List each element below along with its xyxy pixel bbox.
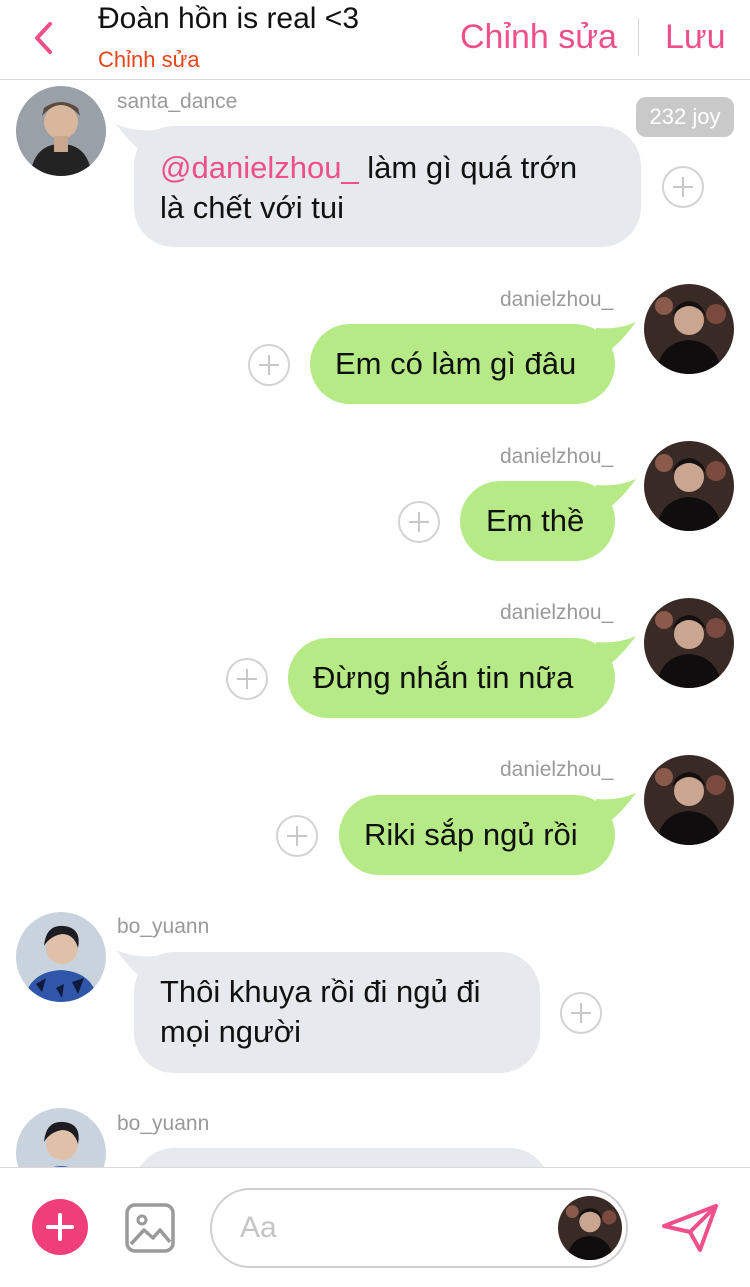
message-bubble[interactable]: Thôi khuya rồi đi ngủ đi mọi người [134, 952, 540, 1073]
message-bubble[interactable]: Riki sắp ngủ rồi [339, 795, 615, 875]
message-text: Em có làm gì đâu [335, 346, 577, 381]
composer-bar [0, 1167, 750, 1287]
header-divider [638, 18, 639, 56]
avatar-bo-yuann[interactable] [16, 912, 106, 1002]
react-add-button[interactable] [398, 501, 440, 543]
avatar-danielzhou[interactable] [644, 441, 734, 531]
avatar-danielzhou[interactable] [644, 755, 734, 845]
username-label: danielzhou_ [500, 601, 614, 624]
mention-link[interactable]: @danielzhou_ [160, 150, 359, 185]
message-bubble[interactable]: Em có làm gì đâu [310, 324, 615, 404]
message-text-line-2: là chết với tui [160, 190, 345, 225]
input-avatar[interactable] [558, 1196, 622, 1260]
image-icon[interactable] [124, 1202, 176, 1254]
username-label: bo_yuann [117, 915, 210, 938]
message-input[interactable] [240, 1208, 540, 1248]
add-attachment-button[interactable] [32, 1199, 88, 1255]
username-label: bo_yuann [117, 1112, 210, 1135]
avatar-santa-dance[interactable] [16, 86, 106, 176]
message-bubble[interactable]: Em thề [460, 481, 615, 561]
chat-title: Đoàn hồn is real <3 [98, 2, 360, 35]
save-button[interactable]: Lưu [665, 18, 726, 57]
avatar-danielzhou[interactable] [644, 284, 734, 374]
joy-badge: 232 joy [636, 97, 734, 137]
message-text: Em thề [486, 503, 585, 538]
message-text: Thôi khuya rồi đi ngủ đi [160, 974, 481, 1009]
message-text: Đừng nhắn tin nữa [313, 660, 574, 695]
chat-subtitle[interactable]: Chỉnh sửa [98, 47, 200, 73]
username-label: danielzhou_ [500, 758, 614, 781]
username-label: danielzhou_ [500, 288, 614, 311]
avatar-danielzhou[interactable] [644, 598, 734, 688]
react-add-button[interactable] [276, 815, 318, 857]
username-label: danielzhou_ [500, 445, 614, 468]
react-add-button[interactable] [560, 992, 602, 1034]
message-text: làm gì quá trớn [358, 150, 578, 185]
message-input-wrapper [210, 1188, 628, 1268]
back-chevron-icon[interactable] [28, 18, 60, 58]
message-text-line-2: mọi người [160, 1014, 302, 1049]
edit-button[interactable]: Chỉnh sửa [460, 18, 617, 57]
react-add-button[interactable] [662, 166, 704, 208]
react-add-button[interactable] [226, 658, 268, 700]
message-bubble[interactable]: @danielzhou_ làm gì quá trớn là chết với… [134, 126, 641, 247]
message-text: Riki sắp ngủ rồi [364, 817, 578, 852]
react-add-button[interactable] [248, 344, 290, 386]
chat-header: Đoàn hồn is real <3 Chỉnh sửa Chỉnh sửa … [0, 0, 750, 80]
username-label: santa_dance [117, 90, 238, 113]
send-icon[interactable] [660, 1202, 720, 1254]
message-bubble[interactable]: Đừng nhắn tin nữa [288, 638, 615, 718]
